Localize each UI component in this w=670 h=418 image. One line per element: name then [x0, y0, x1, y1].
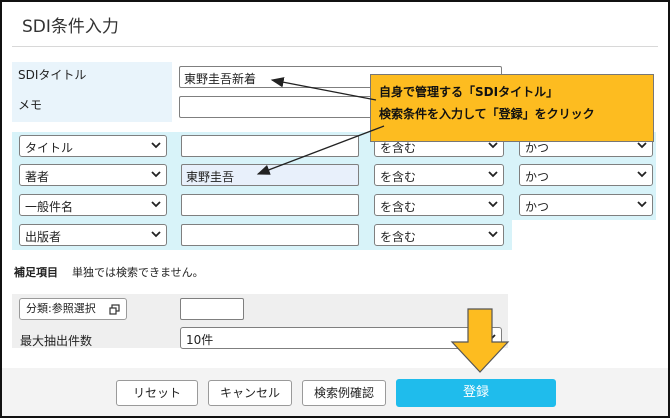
down-arrow-icon	[450, 308, 510, 373]
pointer-arrows	[256, 77, 385, 175]
arrow-to-author-input	[256, 125, 385, 175]
sdi-condition-panel: SDI条件入力 SDIタイトル 東野圭吾新着 メモ タイトル を含む かつ 著者…	[0, 0, 670, 418]
arrow-to-sdi-title	[270, 77, 377, 101]
